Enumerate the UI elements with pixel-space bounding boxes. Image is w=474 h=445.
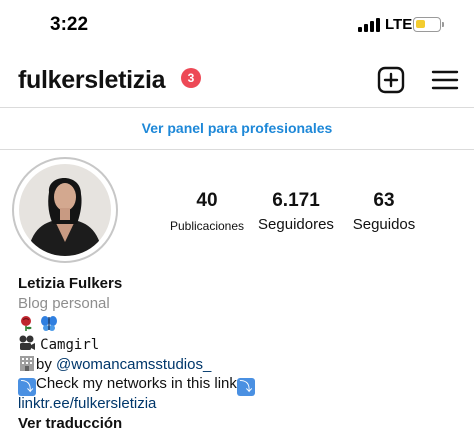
menu-icon[interactable] [430,65,460,95]
battery-level [416,20,425,28]
camera-icon [19,335,35,350]
cellular-signal-icon [358,18,380,32]
profile-username[interactable]: fulkersletizia [18,66,166,95]
network-type: LTE [385,16,413,33]
building-icon [20,356,34,371]
notification-badge[interactable]: 3 [181,68,201,88]
down-arrow-icon: ⤵ [236,378,255,396]
followers-count-value: 6.171 [272,190,320,211]
battery-icon [413,17,444,32]
bio-studio-line: by @womancamsstudios_ [18,354,458,374]
profile-header: fulkersletizia 3 [0,56,474,106]
profile-bio: Letizia Fulkers Blog personal Camgirl by… [18,274,458,434]
avatar-photo [19,164,111,256]
professional-dashboard-link[interactable]: Ver panel para profesionales [0,108,474,148]
status-time: 3:22 [50,14,89,35]
rose-icon [21,316,32,331]
posts-count-label: Publicaciones [169,219,245,233]
posts-count[interactable]: 40 Publicaciones [162,190,252,233]
status-bar: 3:22 LTE [0,0,474,52]
bio-networks-line: ⤵ Check my networks in this link ⤵ [18,374,458,396]
bio-networks-text: Check my networks in this link [36,375,237,392]
followers-count[interactable]: 6.171 Seguidores [252,190,340,233]
panel-divider [0,149,474,150]
followers-count-label: Seguidores [258,216,334,233]
butterfly-icon [41,316,58,331]
posts-count-value: 40 [196,190,218,211]
bio-camgirl-line: Camgirl [18,334,458,354]
see-translation-button[interactable]: Ver traducción [18,414,458,434]
bio-by-prefix: by [36,356,57,373]
studio-mention-link[interactable]: @womancamsstudios_ [56,356,211,373]
bio-camgirl-text: Camgirl [40,337,100,353]
bio-emoji-line [18,314,458,334]
new-post-icon[interactable] [376,65,406,95]
bio-external-link[interactable]: linktr.ee/fulkersletizia [18,394,458,414]
following-count-label: Seguidos [352,216,416,233]
profile-category: Blog personal [18,295,110,312]
profile-name: Letizia Fulkers [18,275,123,292]
profile-avatar[interactable] [12,157,118,263]
following-count[interactable]: 63 Seguidos [344,190,424,233]
following-count-value: 63 [373,190,395,211]
